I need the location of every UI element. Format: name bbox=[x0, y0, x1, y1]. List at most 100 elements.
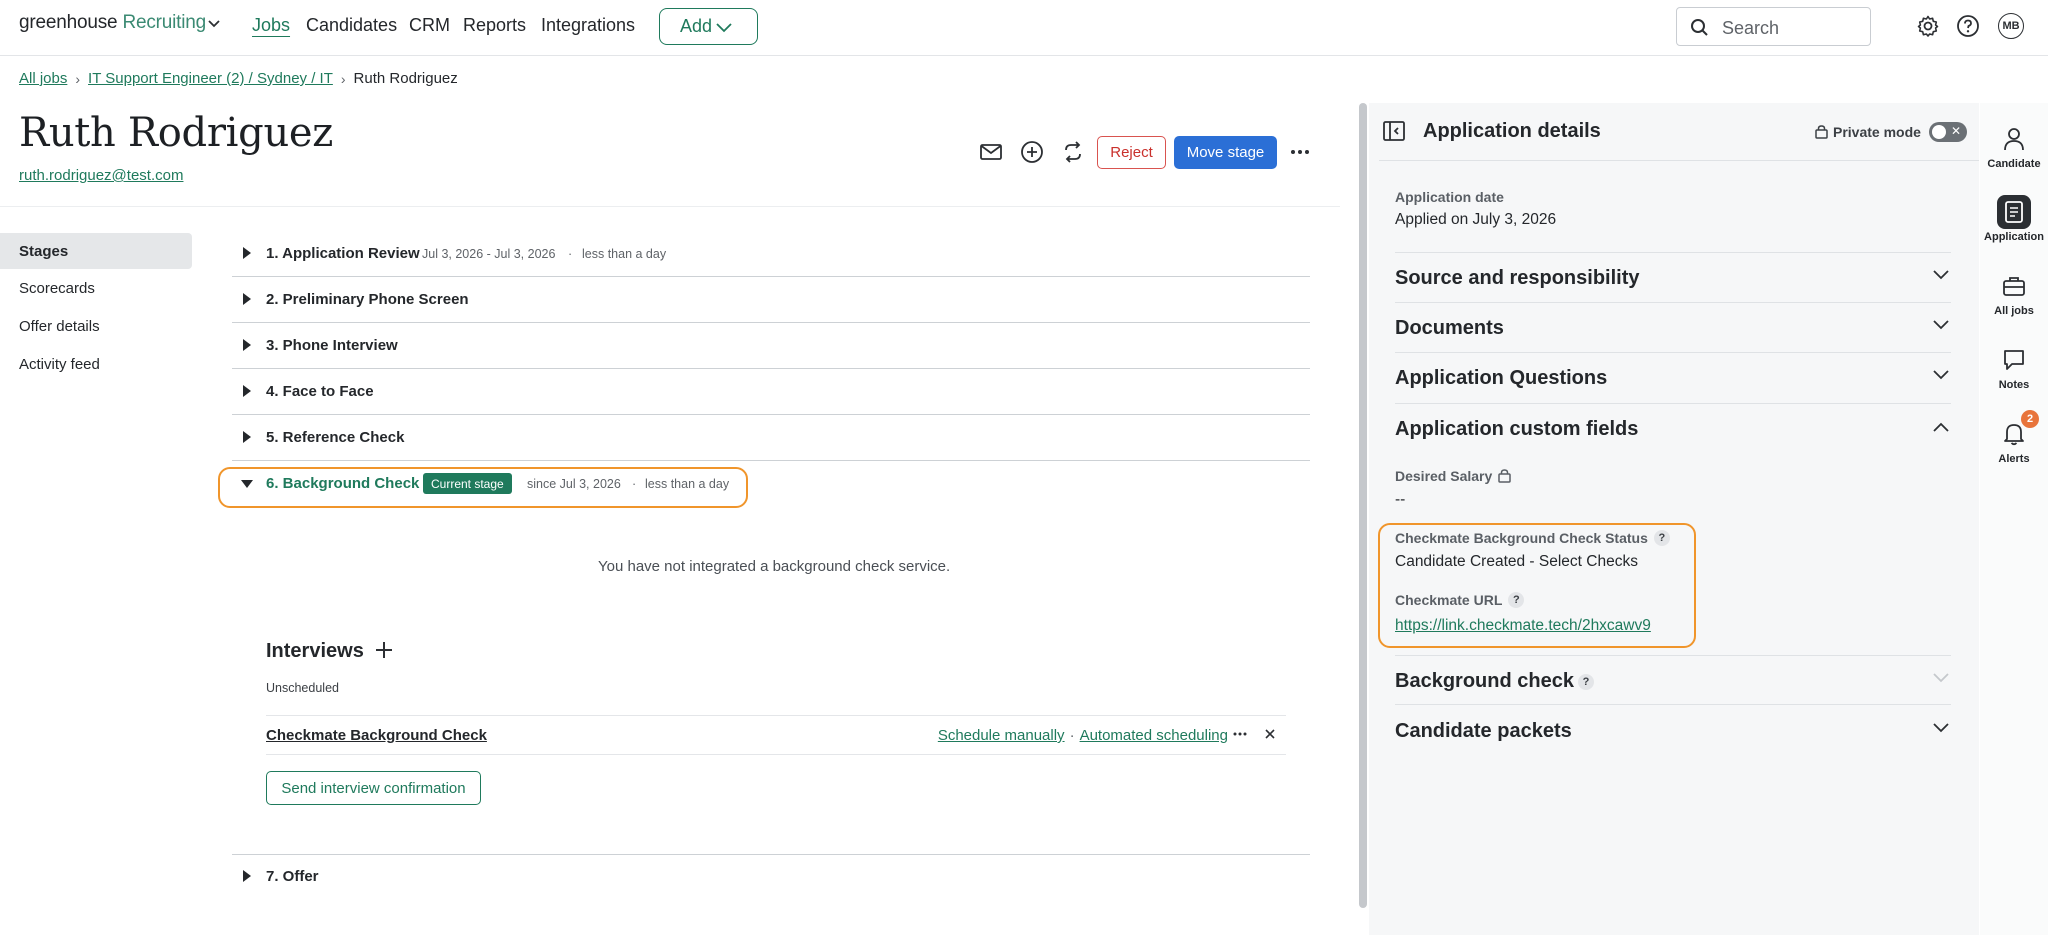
stage-row[interactable]: 3. Phone Interview bbox=[232, 323, 1310, 369]
divider bbox=[1379, 160, 1979, 161]
search-input[interactable]: Search bbox=[1676, 7, 1871, 46]
caret-right-icon[interactable] bbox=[242, 384, 252, 398]
avatar[interactable]: MB bbox=[1998, 13, 2024, 39]
candidate-email[interactable]: ruth.rodriguez@test.com bbox=[19, 167, 183, 184]
lock-icon bbox=[1498, 469, 1512, 483]
chevron-down-icon[interactable] bbox=[1932, 722, 1950, 734]
section-background-check[interactable]: Background check ? bbox=[1395, 670, 1594, 693]
add-interview-icon[interactable] bbox=[372, 638, 396, 662]
interview-name[interactable]: Checkmate Background Check bbox=[266, 727, 487, 744]
background-check-notice: You have not integrated a background che… bbox=[598, 558, 951, 575]
sidenav-activity-feed[interactable]: Activity feed bbox=[0, 346, 192, 382]
search-placeholder: Search bbox=[1722, 18, 1780, 38]
separator-dot: · bbox=[568, 247, 573, 261]
breadcrumb-all-jobs[interactable]: All jobs bbox=[19, 70, 67, 87]
nav-candidates[interactable]: Candidates bbox=[306, 15, 397, 36]
divider bbox=[1395, 352, 1951, 353]
rail-notes[interactable]: Notes bbox=[1980, 345, 2048, 391]
chevron-down-icon[interactable] bbox=[207, 19, 221, 29]
caret-right-icon[interactable] bbox=[242, 246, 252, 260]
schedule-manually-link[interactable]: Schedule manually bbox=[938, 727, 1065, 744]
divider bbox=[1395, 302, 1951, 303]
caret-right-icon[interactable] bbox=[242, 292, 252, 306]
help-icon[interactable] bbox=[1956, 14, 1980, 38]
rail-all-jobs[interactable]: All jobs bbox=[1980, 271, 2048, 317]
rail-all-jobs-label: All jobs bbox=[1994, 305, 2034, 317]
stage-row[interactable]: 5. Reference Check bbox=[232, 415, 1310, 461]
chevron-down-icon[interactable] bbox=[1932, 672, 1950, 684]
stage-row[interactable]: 2. Preliminary Phone Screen bbox=[232, 277, 1310, 323]
more-options-icon[interactable] bbox=[1286, 138, 1314, 166]
breadcrumb: All jobs › IT Support Engineer (2) / Syd… bbox=[19, 70, 458, 87]
divider bbox=[1395, 655, 1951, 656]
caret-right-icon[interactable] bbox=[242, 869, 252, 883]
help-icon[interactable]: ? bbox=[1577, 673, 1594, 690]
section-application-questions[interactable]: Application Questions bbox=[1395, 367, 1607, 390]
move-stage-button[interactable]: Move stage bbox=[1174, 136, 1277, 169]
section-documents[interactable]: Documents bbox=[1395, 317, 1504, 340]
highlight-current-stage bbox=[218, 467, 748, 508]
nav-jobs[interactable]: Jobs bbox=[252, 15, 290, 36]
caret-right-icon[interactable] bbox=[242, 338, 252, 352]
rail-candidate[interactable]: Candidate bbox=[1980, 124, 2048, 170]
rail-candidate-label: Candidate bbox=[1987, 158, 2041, 170]
rail-alerts[interactable]: Alerts bbox=[1980, 419, 2048, 465]
stage-name: 7. Offer bbox=[266, 868, 319, 885]
unscheduled-label: Unscheduled bbox=[266, 681, 339, 695]
person-icon bbox=[1980, 124, 2048, 154]
search-icon bbox=[1691, 19, 1708, 36]
chevron-down-icon[interactable] bbox=[1932, 319, 1950, 331]
stage-dates: Jul 3, 2026 - Jul 3, 2026 bbox=[422, 247, 556, 261]
chevron-down-icon[interactable] bbox=[1932, 269, 1950, 281]
chevron-down-icon bbox=[716, 23, 732, 33]
add-label: Add bbox=[680, 16, 713, 36]
sidenav-offer-details[interactable]: Offer details bbox=[0, 308, 192, 344]
transfer-icon[interactable] bbox=[1059, 138, 1087, 166]
email-icon[interactable] bbox=[977, 138, 1005, 166]
reject-button[interactable]: Reject bbox=[1097, 136, 1166, 169]
stage-row[interactable]: 1. Application Review Jul 3, 2026 - Jul … bbox=[232, 231, 1310, 277]
alerts-count-badge: 2 bbox=[2021, 410, 2039, 428]
private-mode-toggle[interactable]: ✕ bbox=[1929, 122, 1967, 142]
close-icon[interactable] bbox=[1264, 728, 1276, 740]
scrollbar[interactable] bbox=[1359, 103, 1367, 908]
caret-right-icon[interactable] bbox=[242, 430, 252, 444]
desired-salary-value: -- bbox=[1395, 491, 1406, 508]
chevron-right-icon: › bbox=[340, 70, 346, 87]
more-options-icon[interactable] bbox=[1232, 726, 1248, 742]
nav-crm[interactable]: CRM bbox=[409, 15, 450, 36]
stage-name: 1. Application Review bbox=[266, 245, 420, 262]
brand-logo[interactable]: greenhouse Recruiting bbox=[19, 12, 206, 34]
send-interview-confirmation-button[interactable]: Send interview confirmation bbox=[266, 771, 481, 805]
automated-scheduling-link[interactable]: Automated scheduling bbox=[1080, 727, 1228, 744]
stage-row[interactable]: 7. Offer bbox=[232, 854, 1310, 900]
chevron-down-icon[interactable] bbox=[1932, 369, 1950, 381]
stage-row[interactable]: 4. Face to Face bbox=[232, 369, 1310, 415]
private-mode-text: Private mode bbox=[1833, 124, 1921, 140]
add-button[interactable]: Add bbox=[659, 8, 758, 45]
stage-name: 2. Preliminary Phone Screen bbox=[266, 291, 469, 308]
add-circle-icon[interactable] bbox=[1018, 138, 1046, 166]
section-source-responsibility[interactable]: Source and responsibility bbox=[1395, 267, 1640, 290]
sidenav-stages[interactable]: Stages bbox=[0, 233, 192, 269]
nav-integrations[interactable]: Integrations bbox=[541, 15, 635, 36]
stage-duration: less than a day bbox=[582, 247, 667, 261]
section-application-custom-fields[interactable]: Application custom fields bbox=[1395, 418, 1638, 441]
top-navigation: greenhouse Recruiting Jobs Candidates CR… bbox=[0, 0, 2048, 56]
header-divider bbox=[0, 206, 1340, 207]
breadcrumb-current: Ruth Rodriguez bbox=[353, 70, 458, 87]
application-date-label: Application date bbox=[1395, 189, 1504, 205]
panel-title: Application details bbox=[1423, 120, 1601, 142]
gear-icon[interactable] bbox=[1916, 14, 1940, 38]
sidenav-scorecards[interactable]: Scorecards bbox=[0, 270, 192, 306]
candidate-name: Ruth Rodriguez bbox=[19, 110, 334, 156]
nav-reports[interactable]: Reports bbox=[463, 15, 526, 36]
rail-application[interactable]: Application bbox=[1980, 195, 2048, 243]
collapse-panel-icon[interactable] bbox=[1383, 121, 1405, 141]
highlight-checkmate-fields bbox=[1378, 523, 1696, 648]
breadcrumb-job[interactable]: IT Support Engineer (2) / Sydney / IT bbox=[88, 70, 333, 87]
chevron-up-icon[interactable] bbox=[1932, 421, 1950, 433]
section-candidate-packets[interactable]: Candidate packets bbox=[1395, 720, 1572, 743]
divider bbox=[1395, 403, 1951, 404]
application-date-value: Applied on July 3, 2026 bbox=[1395, 211, 1557, 228]
